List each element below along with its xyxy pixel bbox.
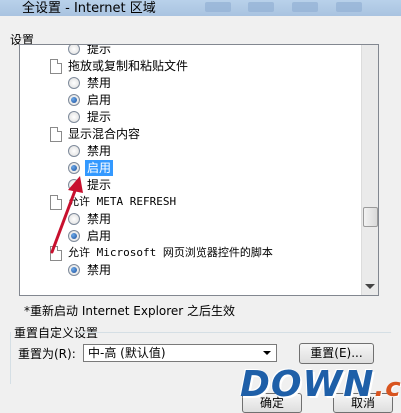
radio-button[interactable] — [68, 145, 80, 157]
radio-button[interactable] — [68, 162, 80, 174]
setting-category: 允许 META REFRESH — [20, 194, 360, 210]
radio-button[interactable] — [68, 230, 80, 242]
vertical-scrollbar[interactable] — [361, 45, 378, 295]
radio-button[interactable] — [68, 264, 80, 276]
setting-option[interactable]: 启用 — [20, 228, 360, 244]
setting-option-label: 提示 — [87, 178, 112, 192]
title-bar-blur — [336, 2, 362, 12]
setting-option-label: 禁用 — [87, 144, 112, 158]
watermark-text: DOWN — [240, 364, 375, 405]
radio-button[interactable] — [68, 94, 80, 106]
setting-option[interactable]: 提示 — [20, 109, 360, 125]
setting-option[interactable]: 禁用 — [20, 262, 360, 278]
setting-option-label: 禁用 — [87, 263, 112, 277]
setting-option-label: 禁用 — [87, 76, 112, 90]
document-icon — [50, 127, 62, 142]
title-bar-blur — [292, 2, 318, 12]
setting-category: 允许 Microsoft 网页浏览器控件的脚本 — [20, 245, 360, 261]
reset-to-label: 重置为(R): — [18, 347, 76, 361]
title-bar-blur — [205, 2, 231, 12]
setting-option[interactable]: 启用 — [20, 160, 360, 176]
setting-option-label: 提示 — [87, 44, 112, 56]
setting-category-label: 允许 Microsoft 网页浏览器控件的脚本 — [68, 246, 273, 259]
document-icon — [50, 246, 62, 261]
setting-option[interactable]: 禁用 — [20, 75, 360, 91]
document-icon — [50, 195, 62, 210]
radio-button[interactable] — [68, 111, 80, 123]
radio-button[interactable] — [68, 77, 80, 89]
scroll-down-arrow-icon[interactable] — [365, 284, 375, 289]
radio-button[interactable] — [68, 179, 80, 191]
setting-option-label: 提示 — [87, 110, 112, 124]
title-bar: 全设置 - Internet 区域 — [0, 0, 401, 16]
setting-option-label: 禁用 — [87, 212, 112, 226]
document-icon — [50, 59, 62, 74]
security-level-value: 中-高 (默认值) — [88, 346, 166, 360]
group-divider — [79, 332, 391, 333]
setting-category-label: 显示混合内容 — [68, 127, 141, 141]
reset-button[interactable]: 重置(E)... — [299, 343, 374, 364]
watermark-suffix: .cc — [374, 373, 401, 403]
setting-option-label: 启用 — [87, 93, 112, 107]
chevron-down-icon — [263, 351, 271, 355]
watermark-logo: DOWN.cc — [240, 362, 401, 408]
setting-option-label: 启用 — [85, 160, 114, 176]
radio-button[interactable] — [68, 45, 80, 55]
setting-option[interactable]: 启用 — [20, 92, 360, 108]
window-title: 全设置 - Internet 区域 — [22, 1, 156, 16]
radio-button[interactable] — [68, 213, 80, 225]
setting-option[interactable]: 禁用 — [20, 211, 360, 227]
setting-category: 显示混合内容 — [20, 126, 360, 142]
title-bar-blur — [248, 2, 274, 12]
setting-option[interactable]: 提示 — [20, 44, 360, 57]
scrollbar-thumb[interactable] — [363, 207, 378, 227]
setting-option[interactable]: 禁用 — [20, 143, 360, 159]
setting-category-label: 允许 META REFRESH — [68, 195, 177, 208]
settings-listbox[interactable]: 提示 拖放或复制和粘贴文件 禁用 启用 提示 显示混合内容 禁用 启用 提示 允许 META RE… — [19, 44, 379, 296]
setting-category: 拖放或复制和粘贴文件 — [20, 58, 360, 74]
restart-note: *重新启动 Internet Explorer 之后生效 — [24, 304, 236, 318]
setting-option[interactable]: 提示 — [20, 177, 360, 193]
setting-category-label: 拖放或复制和粘贴文件 — [68, 59, 189, 73]
setting-option-label: 启用 — [87, 229, 112, 243]
security-level-select[interactable]: 中-高 (默认值) — [83, 344, 277, 362]
group-divider — [10, 332, 11, 384]
